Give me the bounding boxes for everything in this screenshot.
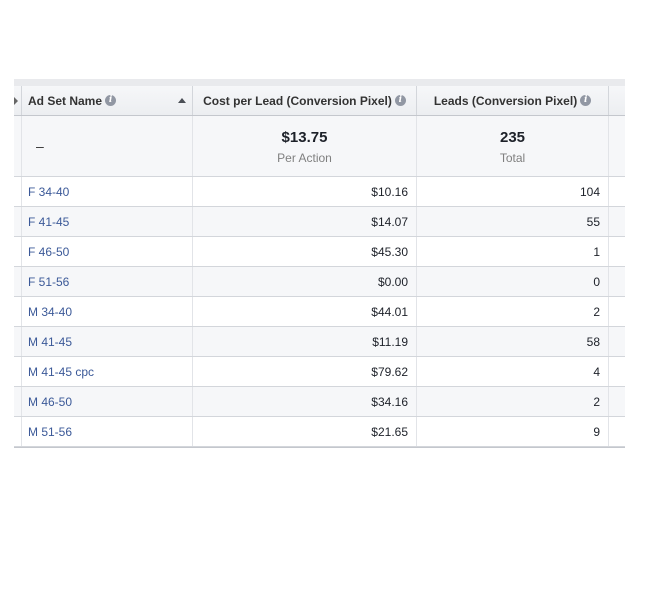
row-lead-cell: [14, 327, 22, 356]
column-header-label: Ad Set Name: [28, 93, 103, 108]
row-tail-cell: [609, 327, 625, 356]
cost-per-lead-cell: $0.00: [193, 267, 417, 296]
table-row: M 51-56 $21.65 9: [14, 417, 625, 447]
table-row: M 41-45 cpc $79.62 4: [14, 357, 625, 387]
table-header-row: Ad Set Name i Cost per Lead (Conversion …: [14, 86, 625, 116]
column-header-ad-set-name[interactable]: Ad Set Name i: [22, 86, 193, 115]
scroll-left-control[interactable]: [14, 86, 22, 115]
summary-name-cell: –: [22, 116, 193, 176]
ad-set-name-link[interactable]: M 41-45: [22, 327, 193, 356]
summary-tail-cell: [609, 116, 625, 176]
ad-set-name-link[interactable]: F 46-50: [22, 237, 193, 266]
row-tail-cell: [609, 267, 625, 296]
leads-cell: 1: [417, 237, 609, 266]
row-tail-cell: [609, 207, 625, 236]
column-header-leads[interactable]: Leads (Conversion Pixel) i: [417, 86, 609, 115]
summary-cost-caption: Per Action: [277, 151, 332, 165]
report-viewport: Ad Set Name i Cost per Lead (Conversion …: [0, 0, 650, 600]
column-header-spacer: [609, 86, 625, 115]
ad-set-name-link[interactable]: F 34-40: [22, 177, 193, 206]
table-body: F 34-40 $10.16 104 F 41-45 $14.07 55 F 4…: [14, 177, 625, 447]
row-tail-cell: [609, 387, 625, 416]
summary-lead-cell: [14, 116, 22, 176]
cost-per-lead-cell: $44.01: [193, 297, 417, 326]
summary-cost-value: $13.75: [281, 129, 328, 146]
table-row: F 41-45 $14.07 55: [14, 207, 625, 237]
ad-set-name-link[interactable]: M 51-56: [22, 417, 193, 446]
row-tail-cell: [609, 177, 625, 206]
table-bottom-border: [14, 447, 625, 448]
ad-set-name-link[interactable]: M 34-40: [22, 297, 193, 326]
table-row: M 34-40 $44.01 2: [14, 297, 625, 327]
summary-name-value: –: [36, 138, 44, 154]
summary-cost-cell: $13.75 Per Action: [193, 116, 417, 176]
leads-cell: 55: [417, 207, 609, 236]
sort-ascending-icon[interactable]: [178, 98, 186, 103]
summary-row: – $13.75 Per Action 235 Total: [14, 116, 625, 177]
table-row: F 51-56 $0.00 0: [14, 267, 625, 297]
summary-leads-value: 235: [499, 129, 526, 146]
row-lead-cell: [14, 357, 22, 386]
row-tail-cell: [609, 237, 625, 266]
row-lead-cell: [14, 387, 22, 416]
leads-cell: 2: [417, 297, 609, 326]
row-lead-cell: [14, 237, 22, 266]
info-icon[interactable]: i: [580, 95, 592, 106]
row-lead-cell: [14, 267, 22, 296]
table-row: M 46-50 $34.16 2: [14, 387, 625, 417]
row-lead-cell: [14, 297, 22, 326]
leads-cell: 58: [417, 327, 609, 356]
row-tail-cell: [609, 417, 625, 446]
row-lead-cell: [14, 207, 22, 236]
leads-cell: 104: [417, 177, 609, 206]
ad-set-name-link[interactable]: M 41-45 cpc: [22, 357, 193, 386]
summary-leads-caption: Total: [499, 151, 526, 165]
column-header-cost-per-lead[interactable]: Cost per Lead (Conversion Pixel) i: [193, 86, 417, 115]
cost-per-lead-cell: $34.16: [193, 387, 417, 416]
column-header-label: Leads (Conversion Pixel): [433, 93, 578, 108]
row-lead-cell: [14, 177, 22, 206]
leads-cell: 4: [417, 357, 609, 386]
ad-set-name-link[interactable]: F 51-56: [22, 267, 193, 296]
info-icon[interactable]: i: [394, 95, 406, 106]
table-row: F 46-50 $45.30 1: [14, 237, 625, 267]
row-lead-cell: [14, 417, 22, 446]
leads-cell: 9: [417, 417, 609, 446]
ad-set-name-link[interactable]: F 41-45: [22, 207, 193, 236]
cost-per-lead-cell: $14.07: [193, 207, 417, 236]
cost-per-lead-cell: $45.30: [193, 237, 417, 266]
table-row: F 34-40 $10.16 104: [14, 177, 625, 207]
cost-per-lead-cell: $21.65: [193, 417, 417, 446]
caret-left-icon[interactable]: [14, 97, 18, 105]
cost-per-lead-cell: $11.19: [193, 327, 417, 356]
info-icon[interactable]: i: [105, 95, 117, 106]
ad-sets-table: Ad Set Name i Cost per Lead (Conversion …: [14, 79, 625, 448]
row-tail-cell: [609, 357, 625, 386]
summary-leads-cell: 235 Total: [417, 116, 609, 176]
leads-cell: 0: [417, 267, 609, 296]
table-row: M 41-45 $11.19 58: [14, 327, 625, 357]
cost-per-lead-cell: $10.16: [193, 177, 417, 206]
row-tail-cell: [609, 297, 625, 326]
cost-per-lead-cell: $79.62: [193, 357, 417, 386]
leads-cell: 2: [417, 387, 609, 416]
column-header-label: Cost per Lead (Conversion Pixel): [203, 93, 392, 108]
ad-set-name-link[interactable]: M 46-50: [22, 387, 193, 416]
